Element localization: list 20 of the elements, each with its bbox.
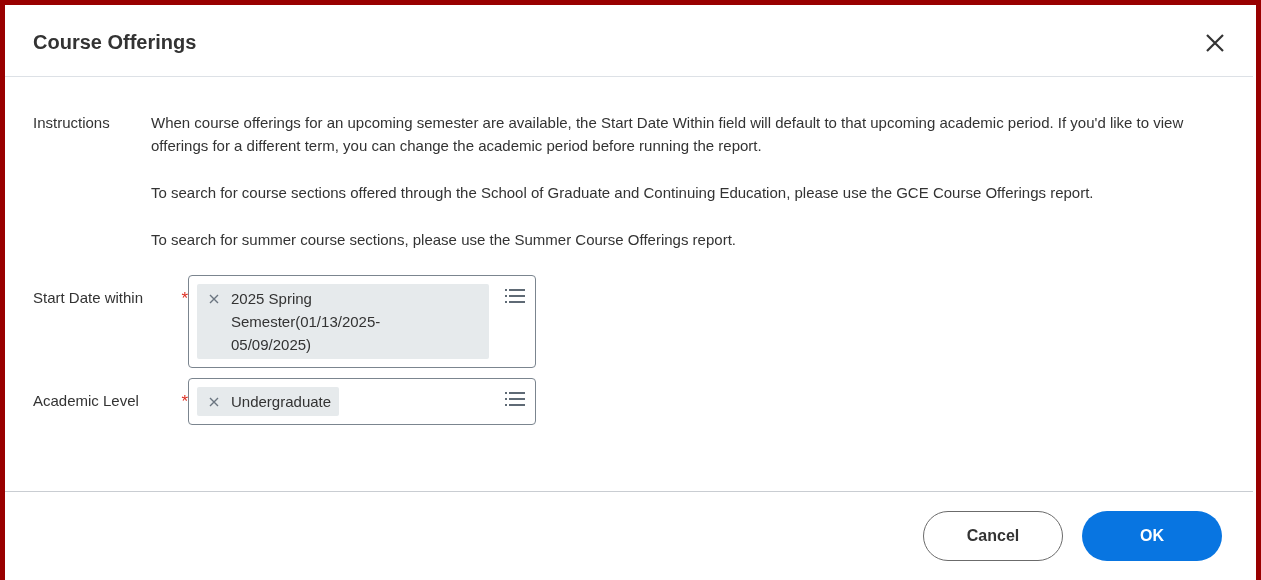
list-icon[interactable] — [505, 391, 525, 407]
multiselect-field[interactable]: 2025 Spring Semester(01/13/2025-05/09/2025) — [188, 275, 536, 368]
required-mark: * — [181, 289, 188, 309]
chip-text: 2025 Spring Semester(01/13/2025-05/09/2025) — [231, 289, 382, 355]
instructions-label: Instructions — [33, 113, 111, 133]
instructions-paragraph: When course offerings for an upcoming semester are available, the Start Date Within field will default to that upcoming academic period. If you'd like to view offerings for a different term, you can change the academic period before running the report. — [151, 113, 1185, 156]
remove-icon[interactable] — [209, 294, 219, 304]
chip-text: Undergraduate — [231, 392, 332, 412]
remove-icon[interactable] — [209, 397, 219, 407]
instructions-paragraph: To search for course sections offered through the School of Graduate and Continuing Education, please use the GCE Course Offerings report. — [151, 183, 1095, 203]
ok-button[interactable]: OK — [1082, 511, 1222, 561]
required-mark: * — [181, 392, 188, 412]
list-icon[interactable] — [505, 288, 525, 304]
dialog-title: Course Offerings — [33, 31, 197, 54]
field-label: Start Date within — [33, 289, 144, 308]
close-icon[interactable] — [1205, 32, 1225, 53]
cancel-button[interactable]: Cancel — [923, 511, 1063, 561]
instructions-paragraph: To search for summer course sections, please use the Summer Course Offerings report. — [151, 230, 737, 250]
multiselect-field[interactable]: Undergraduate — [188, 378, 536, 425]
field-label: Academic Level — [33, 392, 139, 411]
